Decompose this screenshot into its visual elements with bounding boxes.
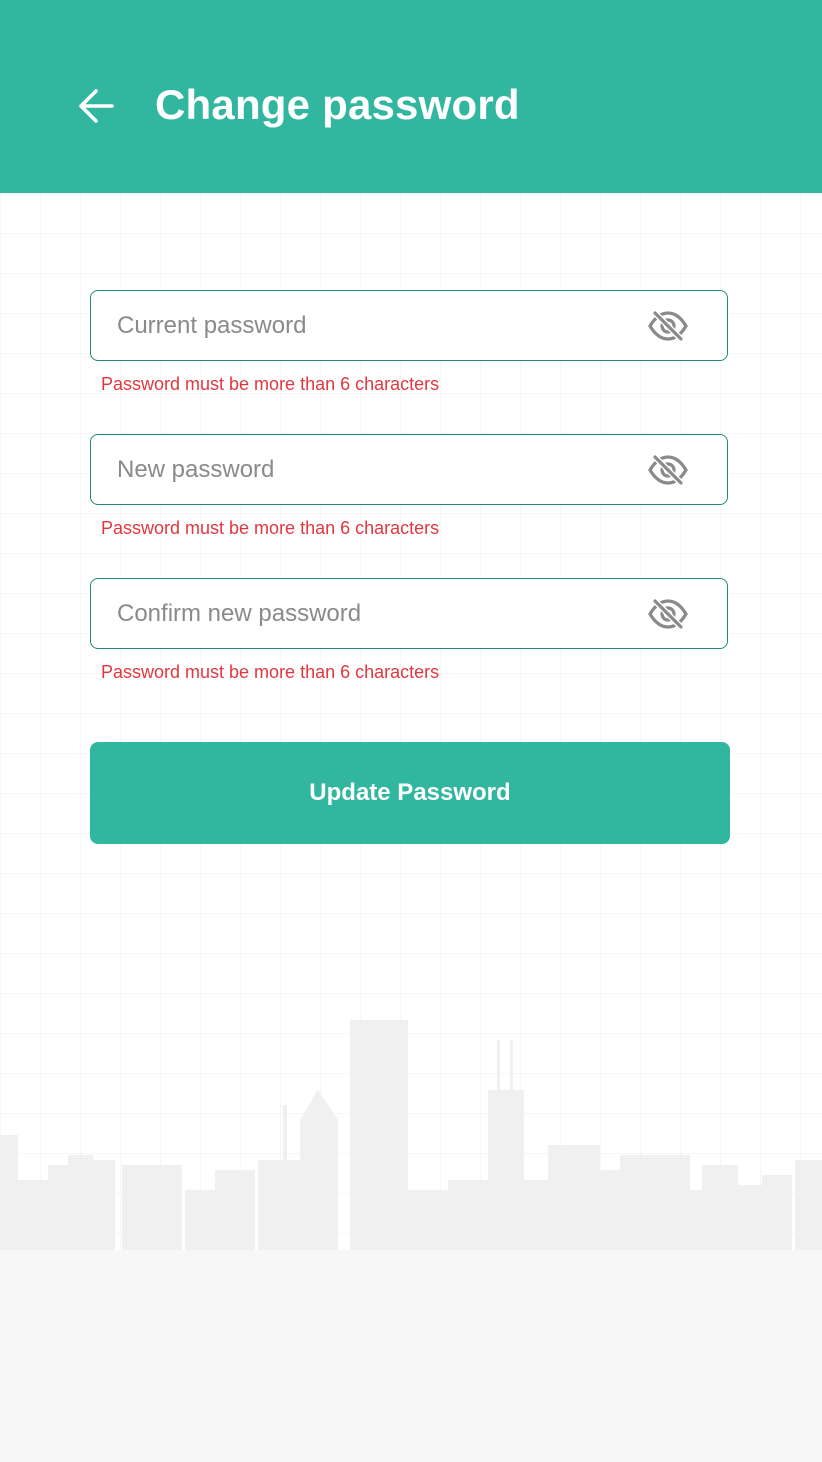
confirm-password-group: Password must be more than 6 characters <box>90 578 730 683</box>
current-password-error: Password must be more than 6 characters <box>101 374 440 394</box>
current-password-input[interactable] <box>115 310 619 341</box>
new-password-group: Password must be more than 6 characters <box>90 434 730 539</box>
eye-off-icon[interactable] <box>647 309 689 343</box>
app-header: Change password <box>0 0 822 193</box>
new-password-field-box <box>90 434 728 505</box>
page-title: Change password <box>155 81 520 128</box>
change-password-form: Password must be more than 6 characters … <box>90 290 730 683</box>
city-skyline-illustration <box>0 1020 822 1462</box>
confirm-password-field-box <box>90 578 728 649</box>
new-password-error: Password must be more than 6 characters <box>101 518 440 538</box>
new-password-input[interactable] <box>115 454 619 485</box>
confirm-password-input[interactable] <box>115 598 619 629</box>
current-password-group: Password must be more than 6 characters <box>90 290 730 395</box>
confirm-password-error: Password must be more than 6 characters <box>101 662 440 682</box>
back-button[interactable] <box>70 80 122 132</box>
update-password-button[interactable]: Update Password <box>90 742 730 844</box>
current-password-field-box <box>90 290 728 361</box>
arrow-left-icon <box>79 89 114 123</box>
eye-off-icon[interactable] <box>647 453 689 487</box>
eye-off-icon[interactable] <box>647 597 689 631</box>
